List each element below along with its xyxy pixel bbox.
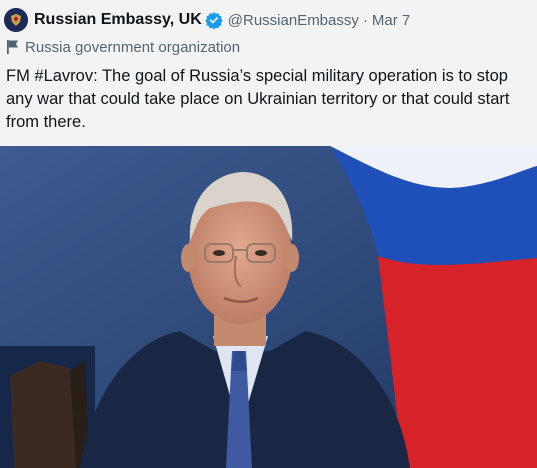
author-name[interactable]: Russian Embassy, UK bbox=[34, 11, 202, 29]
tweet-header: Russian Embassy, UK @RussianEmbassy · Ma… bbox=[4, 8, 410, 32]
verified-badge-icon bbox=[205, 11, 223, 29]
flag-icon bbox=[6, 39, 20, 55]
embassy-emblem-icon bbox=[4, 8, 28, 32]
account-label: Russia government organization bbox=[6, 36, 240, 58]
account-label-text: Russia government organization bbox=[25, 38, 241, 56]
avatar[interactable] bbox=[4, 8, 28, 32]
tweet-photo[interactable] bbox=[0, 146, 537, 468]
author-handle[interactable]: @RussianEmbassy bbox=[228, 12, 359, 29]
separator-dot: · bbox=[362, 11, 368, 29]
tweet-text: FM #Lavrov: The goal of Russia’s special… bbox=[6, 67, 510, 131]
tweet-date[interactable]: Mar 7 bbox=[372, 12, 410, 29]
